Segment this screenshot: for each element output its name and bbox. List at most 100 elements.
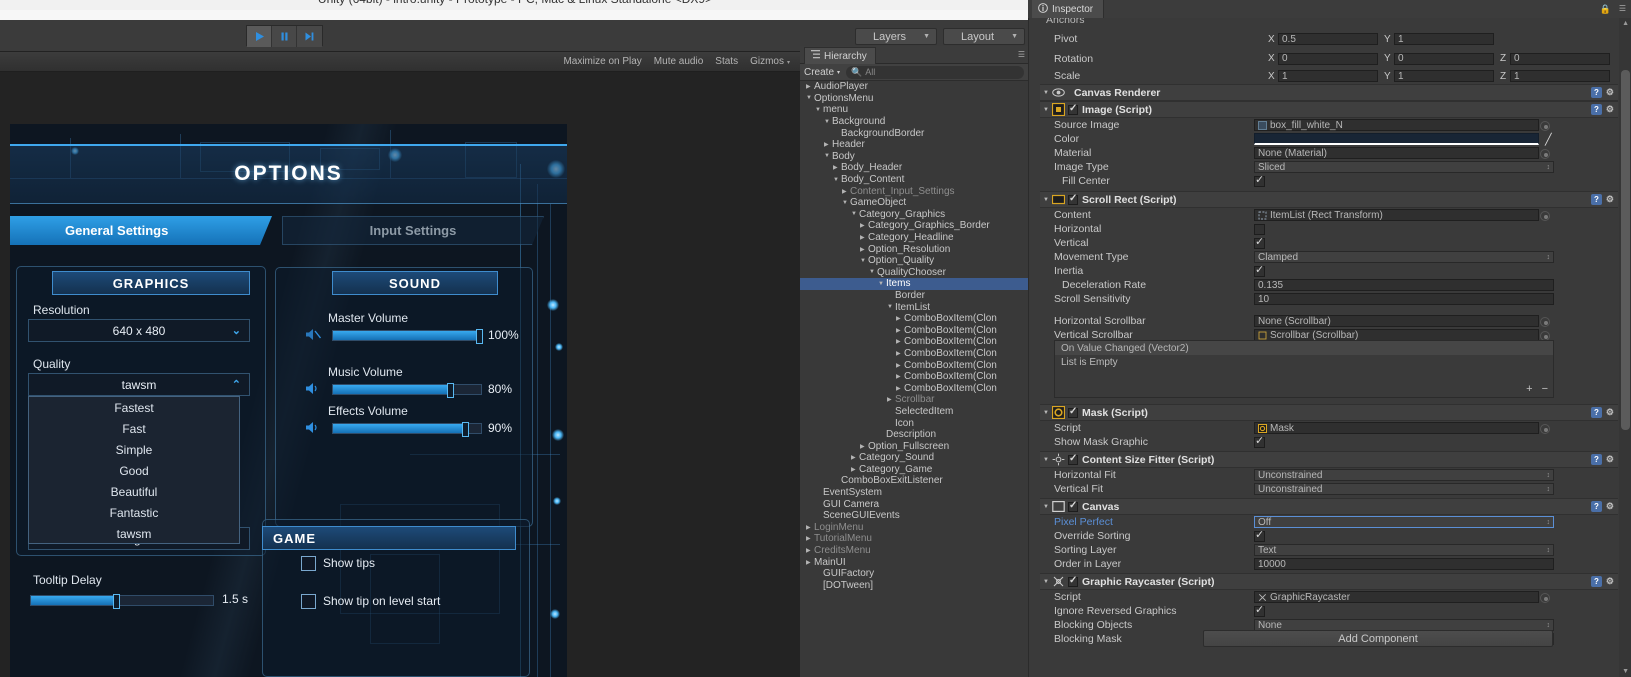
add-component-button[interactable]: Add Component [1203, 630, 1553, 647]
chevron-down-icon[interactable] [860, 258, 868, 264]
quality-option[interactable]: Good [29, 460, 239, 481]
graphic-raycaster-enabled-checkbox[interactable] [1068, 575, 1078, 587]
hierarchy-row[interactable]: Category_Headline [800, 232, 1028, 244]
quality-option[interactable]: Fantastic [29, 502, 239, 523]
hierarchy-row[interactable]: Body [800, 151, 1028, 163]
gear-icon[interactable]: ⚙ [1606, 454, 1614, 465]
object-picker-icon[interactable] [1540, 149, 1550, 159]
chevron-right-icon[interactable] [896, 327, 904, 334]
hierarchy-row[interactable]: Option_Resolution [800, 243, 1028, 255]
tab-inspector[interactable]: Inspector [1032, 0, 1105, 18]
remove-listener-button[interactable]: − [1542, 383, 1548, 395]
chevron-down-icon[interactable]: ▼ [1040, 90, 1052, 96]
chevron-right-icon[interactable] [896, 362, 904, 369]
hierarchy-row[interactable]: SceneGUIEvents [800, 510, 1028, 522]
music-volume-handle[interactable] [447, 383, 454, 398]
component-header-image[interactable]: ▼ Image (Script) ? ⚙ [1040, 101, 1618, 118]
stats-toggle[interactable]: Stats [709, 56, 744, 67]
chevron-right-icon[interactable] [806, 547, 814, 554]
component-header-buttons[interactable]: ? ⚙ [1590, 576, 1614, 587]
show-tips-checkbox[interactable] [301, 556, 316, 571]
component-header-canvas-renderer[interactable]: ▼ Canvas Renderer ? ⚙ [1040, 84, 1618, 101]
hierarchy-row[interactable]: Category_Graphics [800, 209, 1028, 221]
chevron-right-icon[interactable] [896, 385, 904, 392]
hierarchy-row[interactable]: Body_Content [800, 174, 1028, 186]
component-header-scroll-rect[interactable]: ▼ Scroll Rect (Script) ? ⚙ [1040, 191, 1618, 208]
hierarchy-row[interactable]: [DOTween] [800, 580, 1028, 592]
scale-z-field[interactable]: 1 [1510, 70, 1610, 82]
chevron-right-icon[interactable] [896, 373, 904, 380]
component-header-buttons[interactable]: ? ⚙ [1590, 194, 1614, 205]
gizmos-dropdown[interactable]: Gizmos ▾ [744, 56, 796, 67]
hierarchy-row[interactable]: Category_Sound [800, 452, 1028, 464]
tab-hierarchy[interactable]: Hierarchy [804, 47, 876, 64]
master-volume-slider[interactable] [332, 329, 483, 344]
component-header-buttons[interactable]: ? ⚙ [1590, 407, 1614, 418]
event-list-buttons[interactable]: + − [1526, 383, 1548, 395]
hierarchy-row[interactable]: TutorialMenu [800, 533, 1028, 545]
mask-script-field[interactable]: Mask [1254, 422, 1550, 434]
hierarchy-row[interactable]: SelectedItem [800, 406, 1028, 418]
scroll-rect-enabled-checkbox[interactable] [1068, 193, 1078, 205]
image-enabled-checkbox[interactable] [1068, 103, 1078, 115]
hierarchy-row[interactable]: Option_Quality [800, 255, 1028, 267]
add-listener-button[interactable]: + [1526, 383, 1532, 395]
gear-icon[interactable]: ⚙ [1606, 104, 1614, 115]
tab-input-settings[interactable]: Input Settings [282, 216, 544, 245]
hierarchy-search-input[interactable]: 🔍 All [846, 65, 1024, 79]
hierarchy-row[interactable]: Content_Input_Settings [800, 185, 1028, 197]
master-volume-handle[interactable] [476, 329, 483, 344]
scroll-up-icon[interactable]: ▲ [1622, 20, 1629, 27]
hierarchy-row[interactable]: MainUI [800, 556, 1028, 568]
chevron-down-icon[interactable] [815, 107, 823, 113]
tooltip-delay-slider[interactable] [30, 594, 214, 609]
chevron-right-icon[interactable] [851, 466, 859, 473]
hierarchy-row[interactable]: AudioPlayer [800, 81, 1028, 93]
chevron-down-icon[interactable]: ▼ [1040, 579, 1052, 585]
music-volume-slider[interactable] [332, 383, 482, 398]
object-picker-icon[interactable] [1540, 317, 1550, 327]
layout-dropdown[interactable]: Layout ▼ [943, 28, 1025, 45]
chevron-right-icon[interactable] [851, 454, 859, 461]
horizontal-checkbox[interactable] [1254, 223, 1265, 235]
inertia-checkbox[interactable] [1254, 263, 1265, 277]
hierarchy-row[interactable]: LoginMenu [800, 522, 1028, 534]
hierarchy-row[interactable]: Icon [800, 417, 1028, 429]
chevron-down-icon[interactable] [824, 153, 832, 159]
show-tip-on-level-start-checkbox[interactable] [301, 594, 316, 609]
play-icon[interactable] [247, 26, 272, 47]
canvas-enabled-checkbox[interactable] [1068, 500, 1078, 512]
rotation-z-field[interactable]: 0 [1510, 52, 1610, 65]
chevron-right-icon[interactable] [806, 559, 814, 566]
chevron-right-icon[interactable] [896, 315, 904, 322]
quality-option[interactable]: Beautiful [29, 481, 239, 502]
speaker-icon[interactable] [305, 420, 322, 440]
chevron-right-icon[interactable] [806, 524, 814, 531]
object-picker-icon[interactable] [1540, 121, 1550, 131]
vertical-checkbox[interactable] [1254, 235, 1265, 249]
chevron-down-icon[interactable] [878, 281, 886, 287]
chevron-right-icon[interactable] [860, 443, 868, 450]
hierarchy-row[interactable]: GameObject [800, 197, 1028, 209]
override-sorting-checkbox[interactable] [1254, 528, 1265, 542]
chevron-right-icon[interactable] [860, 246, 868, 253]
hierarchy-row[interactable]: ComboBoxItem(Clon [800, 336, 1028, 348]
inspector-scrollbar-thumb[interactable] [1621, 70, 1630, 430]
gear-icon[interactable]: ⚙ [1606, 407, 1614, 418]
hierarchy-row[interactable]: Scrollbar [800, 394, 1028, 406]
chevron-right-icon[interactable] [842, 188, 850, 195]
inspector-scrollbar[interactable]: ▲ ▼ [1619, 18, 1631, 677]
fill-center-checkbox[interactable] [1254, 173, 1265, 187]
effects-volume-slider[interactable] [332, 422, 482, 437]
hierarchy-row[interactable]: Option_Fullscreen [800, 440, 1028, 452]
layers-dropdown[interactable]: Layers ▼ [855, 28, 937, 45]
sorting-layer-dropdown[interactable]: Text [1254, 544, 1554, 556]
horizontal-fit-dropdown[interactable]: Unconstrained [1254, 469, 1554, 481]
tooltip-delay-handle[interactable] [112, 594, 120, 609]
quality-options-list[interactable]: Fastest Fast Simple Good Beautiful Fanta… [28, 396, 240, 544]
object-picker-icon[interactable] [1540, 593, 1550, 603]
help-icon[interactable]: ? [1590, 407, 1602, 418]
hierarchy-row[interactable]: CreditsMenu [800, 545, 1028, 557]
hierarchy-row[interactable]: Category_Graphics_Border [800, 220, 1028, 232]
chevron-down-icon[interactable] [833, 177, 841, 183]
